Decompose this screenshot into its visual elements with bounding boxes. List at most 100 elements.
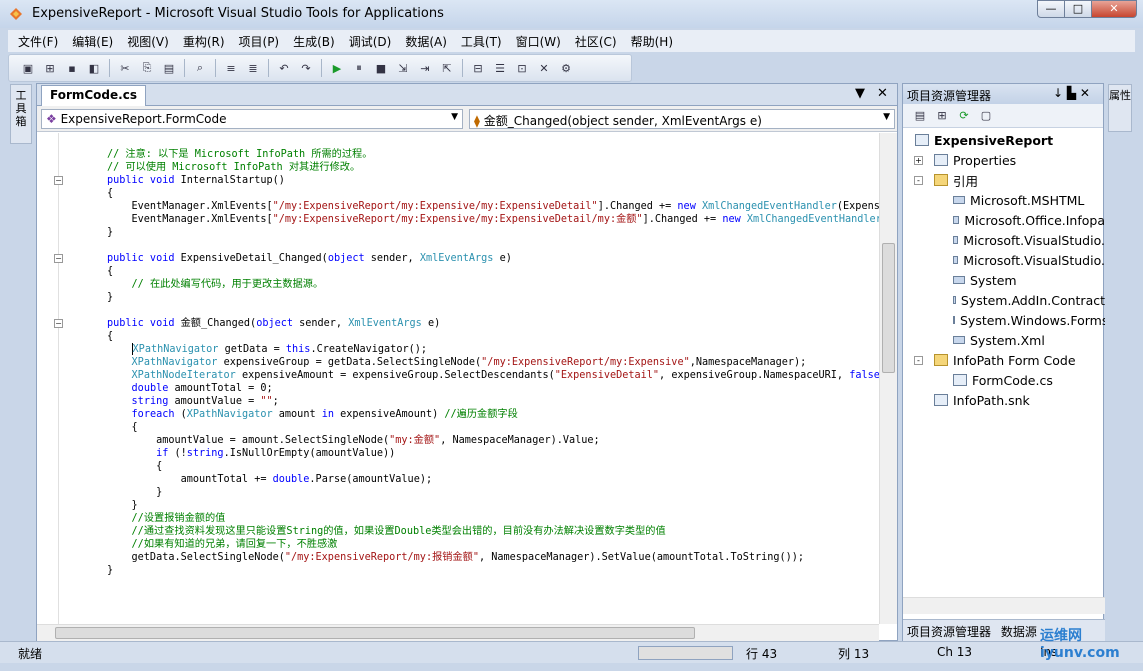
code-line: public void 金额_Changed(object sender, Xm… xyxy=(107,318,441,329)
step-over-icon[interactable]: ⇥ xyxy=(417,60,433,76)
code-line: // 在此处编写代码，用于更改主数据源。 xyxy=(131,279,324,290)
minimize-button[interactable]: — xyxy=(1037,0,1065,18)
stop-icon[interactable]: ■ xyxy=(373,60,389,76)
view-code-icon[interactable]: ▢ xyxy=(978,108,994,124)
tree-node[interactable]: - 引用 xyxy=(903,170,1105,190)
chevron-down-icon: ▼ xyxy=(451,112,458,122)
bottom-tab-explorer[interactable]: 项目资源管理器 xyxy=(907,625,991,639)
vertical-scrollbar[interactable] xyxy=(879,133,897,624)
code-line: { xyxy=(107,422,138,433)
menu-item[interactable]: 编辑(E) xyxy=(72,33,113,50)
menu-item[interactable]: 社区(C) xyxy=(575,33,617,50)
file-icon xyxy=(934,394,948,406)
tree-node[interactable]: System.AddIn.Contract xyxy=(903,290,1105,310)
uncomment-icon[interactable]: ≣ xyxy=(245,60,261,76)
comment-icon[interactable]: ≡ xyxy=(223,60,239,76)
project-tree: ExpensiveReport + Properties - 引用 Microsoft.M… xyxy=(903,130,1105,410)
status-ch: Ch 13 xyxy=(937,645,973,659)
tree-toggle-icon[interactable]: - xyxy=(914,355,923,365)
menu-item[interactable]: 调试(D) xyxy=(349,33,392,50)
tab-dropdown-icon[interactable]: ▼ xyxy=(855,86,865,101)
pause-icon[interactable]: ⏸ xyxy=(351,60,367,76)
tab-formcode[interactable]: FormCode.cs xyxy=(41,85,146,106)
explorer-hscroll[interactable] xyxy=(903,597,1105,614)
toolbox-tab[interactable]: 工具箱 xyxy=(10,84,32,144)
horizontal-scrollbar[interactable] xyxy=(37,624,879,641)
code-line: double amountTotal = 0; xyxy=(131,383,273,394)
solution-explorer-icon[interactable]: ⊟ xyxy=(470,60,486,76)
menu-item[interactable]: 窗口(W) xyxy=(516,33,561,50)
options-icon[interactable]: ⚙ xyxy=(558,60,574,76)
paste-icon[interactable]: ▤ xyxy=(161,60,177,76)
fold-toggle[interactable]: − xyxy=(54,176,63,185)
tree-node[interactable]: Microsoft.VisualStudio. xyxy=(903,250,1105,270)
status-ready: 就绪 xyxy=(18,647,43,661)
step-into-icon[interactable]: ⇲ xyxy=(395,60,411,76)
code-line: XPathNodeIterator expensiveAmount = expe… xyxy=(131,370,879,381)
menu-item[interactable]: 帮助(H) xyxy=(631,33,673,50)
code-line: //通过查找资料发现这里只能设置String的值，如果设置Double类型会出错… xyxy=(131,526,666,537)
properties-icon[interactable]: ▤ xyxy=(912,108,928,124)
tree-node[interactable]: System.Xml xyxy=(903,330,1105,350)
start-debug-icon[interactable]: ▶ xyxy=(329,60,345,76)
ref-icon xyxy=(953,256,959,264)
properties-tab[interactable]: 属性 xyxy=(1108,84,1132,132)
code-line: } xyxy=(107,292,114,303)
fold-toggle[interactable]: − xyxy=(54,319,63,328)
menu-item[interactable]: 数据(A) xyxy=(405,33,447,50)
menu-item[interactable]: 生成(B) xyxy=(293,33,335,50)
menu-item[interactable]: 视图(V) xyxy=(127,33,169,50)
undo-icon[interactable]: ↶ xyxy=(276,60,292,76)
new-project-icon[interactable]: ▣ xyxy=(20,60,36,76)
code-line: } xyxy=(107,487,163,498)
menu-item[interactable]: 项目(P) xyxy=(239,33,280,50)
refresh-icon[interactable]: ⟳ xyxy=(956,108,972,124)
save-all-icon[interactable]: ◧ xyxy=(86,60,102,76)
tree-node[interactable]: InfoPath.snk xyxy=(903,390,1105,410)
tree-node[interactable]: Microsoft.MSHTML xyxy=(903,190,1105,210)
maximize-button[interactable]: □ xyxy=(1064,0,1092,18)
member-combo[interactable]: ⧫ 金额_Changed(object sender, XmlEventArgs… xyxy=(469,109,895,129)
step-out-icon[interactable]: ⇱ xyxy=(439,60,455,76)
code-line: EventManager.XmlEvents["/my:ExpensiveRep… xyxy=(107,201,879,212)
copy-icon[interactable]: ⎘ xyxy=(139,60,155,76)
explorer-pin-icon[interactable]: ↓ ▙ ✕ xyxy=(1053,86,1090,100)
menu-item[interactable]: 文件(F) xyxy=(18,33,58,50)
object-browser-icon[interactable]: ⊡ xyxy=(514,60,530,76)
properties-icon[interactable]: ☰ xyxy=(492,60,508,76)
redo-icon[interactable]: ↷ xyxy=(298,60,314,76)
menu-item[interactable]: 重构(R) xyxy=(183,33,225,50)
tree-node[interactable]: ExpensiveReport xyxy=(903,130,1105,150)
close-button[interactable]: ✕ xyxy=(1091,0,1137,18)
code-line: } xyxy=(107,565,114,576)
tab-close-icon[interactable]: ✕ xyxy=(877,86,888,101)
show-all-files-icon[interactable]: ⊞ xyxy=(934,108,950,124)
save-icon[interactable]: ▪ xyxy=(64,60,80,76)
tree-toggle-icon[interactable]: + xyxy=(914,155,923,165)
code-line: if (!string.IsNullOrEmpty(amountValue)) xyxy=(156,448,396,459)
code-line: XPathNavigator getData = this.CreateNavi… xyxy=(131,343,427,355)
class-combo[interactable]: ❖ ExpensiveReport.FormCode ▼ xyxy=(41,109,463,129)
tree-node[interactable]: + Properties xyxy=(903,150,1105,170)
add-item-icon[interactable]: ⊞ xyxy=(42,60,58,76)
bottom-tab-datasource[interactable]: 数据源 xyxy=(1001,625,1037,639)
find-icon[interactable]: ⌕ xyxy=(192,60,208,76)
code-line: } xyxy=(107,227,114,238)
tree-node[interactable]: System xyxy=(903,270,1105,290)
tree-node[interactable]: System.Windows.Forms xyxy=(903,310,1105,330)
status-bar: 就绪 行 43 列 13 Ch 13 Ins xyxy=(0,641,1143,663)
fold-toggle[interactable]: − xyxy=(54,254,63,263)
file-icon xyxy=(953,374,967,386)
tree-node[interactable]: Microsoft.Office.Infopa xyxy=(903,210,1105,230)
ref-icon xyxy=(953,296,956,304)
toolbox-icon[interactable]: ✕ xyxy=(536,60,552,76)
tree-node[interactable]: Microsoft.VisualStudio. xyxy=(903,230,1105,250)
tree-toggle-icon[interactable]: - xyxy=(914,175,923,185)
tree-node[interactable]: FormCode.cs xyxy=(903,370,1105,390)
cut-icon[interactable]: ✂ xyxy=(117,60,133,76)
code-area[interactable]: − − − // 注意: 以下是 Microsoft InfoPath 所需的过… xyxy=(37,133,879,624)
menu-item[interactable]: 工具(T) xyxy=(461,33,502,50)
tree-node[interactable]: - InfoPath Form Code xyxy=(903,350,1105,370)
code-line: foreach (XPathNavigator amount in expens… xyxy=(131,409,518,420)
